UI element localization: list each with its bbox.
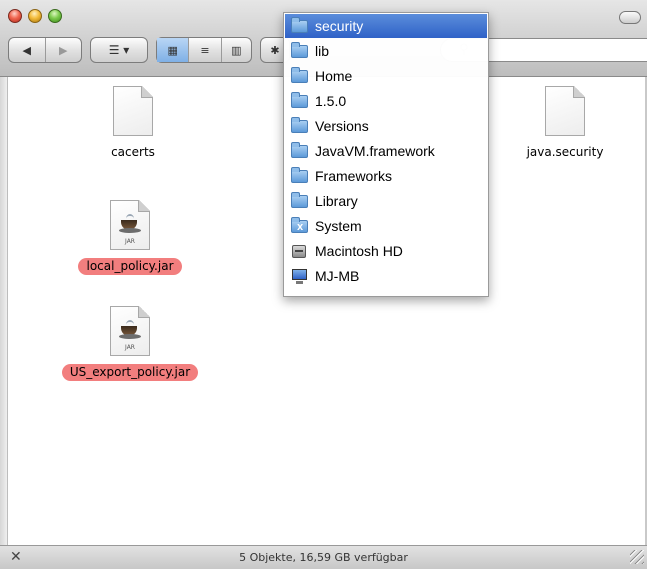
minimize-button[interactable] xyxy=(28,9,42,23)
system-folder-icon: X xyxy=(291,216,309,234)
jar-file-icon: JAR xyxy=(110,200,150,250)
file-name: US_export_policy.jar xyxy=(61,364,199,381)
list-view-icon: ≡ xyxy=(200,43,210,57)
forward-arrow-icon: ▶ xyxy=(59,43,68,57)
path-menu-item-home[interactable]: Home xyxy=(285,64,487,88)
status-text: 5 Objekte, 16,59 GB verfügbar xyxy=(239,551,408,564)
folder-icon xyxy=(291,91,309,109)
file-item[interactable]: cacerts xyxy=(95,86,171,161)
forward-button[interactable]: ▶ xyxy=(46,38,82,62)
file-item[interactable]: JAR US_export_policy.jar xyxy=(32,306,228,381)
folder-icon xyxy=(291,41,309,59)
document-icon xyxy=(545,86,585,136)
zoom-button[interactable] xyxy=(48,9,62,23)
arrange-icon: ☰ ▾ xyxy=(108,43,130,57)
file-name: java.security xyxy=(526,145,604,159)
folder-icon xyxy=(291,191,309,209)
back-arrow-icon: ◀ xyxy=(22,43,31,57)
arrange-button[interactable]: ☰ ▾ xyxy=(90,37,148,63)
path-menu-item-security[interactable]: security xyxy=(285,14,487,38)
folder-icon xyxy=(291,116,309,134)
path-menu-item-lib[interactable]: lib xyxy=(285,39,487,63)
document-icon xyxy=(113,86,153,136)
path-menu-item-versions[interactable]: Versions xyxy=(285,114,487,138)
file-item[interactable]: java.security xyxy=(510,86,620,161)
toolbar-toggle-button[interactable] xyxy=(619,11,641,24)
view-mode-group: ▦ ≡ ▥ xyxy=(156,37,252,63)
hard-drive-icon xyxy=(291,244,309,259)
path-menu-item-mj-mb[interactable]: MJ-MB xyxy=(285,264,487,288)
folder-icon xyxy=(291,16,309,34)
coffee-cup-icon xyxy=(119,320,141,339)
path-menu-item-javavm-framework[interactable]: JavaVM.framework xyxy=(285,139,487,163)
list-view-button[interactable]: ≡ xyxy=(189,38,222,62)
resize-handle[interactable] xyxy=(630,550,644,564)
file-name: local_policy.jar xyxy=(78,258,182,275)
column-view-button[interactable]: ▥ xyxy=(222,38,251,62)
jar-file-icon: JAR xyxy=(110,306,150,356)
folder-icon xyxy=(291,66,309,84)
coffee-cup-icon xyxy=(119,214,141,233)
left-border xyxy=(0,77,8,545)
close-button[interactable] xyxy=(8,9,22,23)
computer-icon xyxy=(291,268,309,284)
column-view-icon: ▥ xyxy=(231,43,242,57)
path-menu-item-macintosh-hd[interactable]: Macintosh HD xyxy=(285,239,487,263)
path-menu: security lib Home 1.5.0 Versions JavaVM.… xyxy=(283,12,489,297)
status-bar: ✕ 5 Objekte, 16,59 GB verfügbar xyxy=(0,545,647,569)
folder-icon xyxy=(291,166,309,184)
path-menu-item-system[interactable]: X System xyxy=(285,214,487,238)
back-button[interactable]: ◀ xyxy=(9,38,46,62)
icon-view-icon: ▦ xyxy=(167,43,178,57)
finder-window: ◀ ▶ ☰ ▾ ▦ ≡ ▥ ✱ cacerts java.security JA… xyxy=(0,0,647,569)
file-name: cacerts xyxy=(111,145,155,159)
path-menu-item-1-5-0[interactable]: 1.5.0 xyxy=(285,89,487,113)
path-menu-item-library[interactable]: Library xyxy=(285,189,487,213)
path-menu-item-frameworks[interactable]: Frameworks xyxy=(285,164,487,188)
folder-icon xyxy=(291,141,309,159)
action-menu-icon: ✱ xyxy=(270,43,280,57)
back-forward-group: ◀ ▶ xyxy=(8,37,82,63)
icon-view-button[interactable]: ▦ xyxy=(157,38,190,62)
file-item[interactable]: JAR local_policy.jar xyxy=(50,200,210,275)
